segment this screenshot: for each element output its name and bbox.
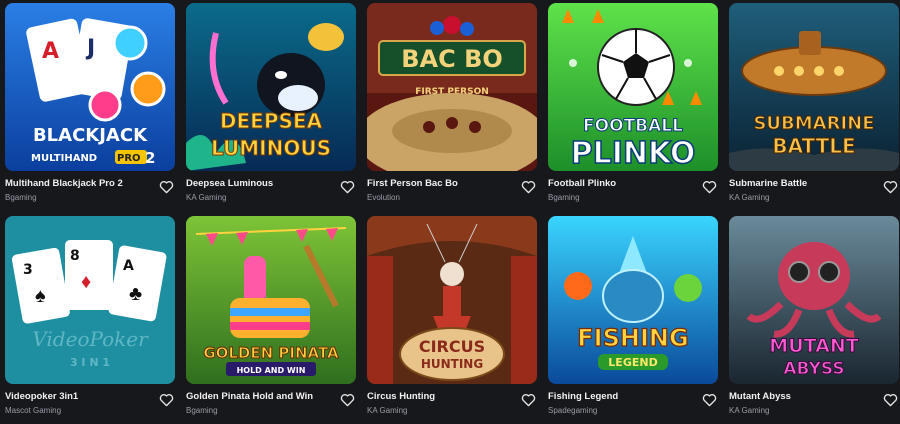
game-card[interactable]: CIRCUS HUNTING Circus Hunting KA Gaming [367, 216, 537, 420]
svg-text:GOLDEN PINATA: GOLDEN PINATA [203, 344, 339, 362]
svg-text:♦: ♦ [81, 271, 91, 293]
game-thumbnail[interactable]: FOOTBALL PLINKO [548, 3, 718, 171]
game-title[interactable]: Submarine Battle [729, 178, 877, 190]
mutant-abyss-artwork: MUTANT ABYSS [729, 216, 899, 384]
game-provider: Spadegaming [548, 406, 598, 415]
game-title[interactable]: First Person Bac Bo [367, 178, 515, 190]
svg-text:3 I N 1: 3 I N 1 [70, 356, 110, 369]
game-title[interactable]: Golden Pinata Hold and Win [186, 391, 334, 403]
game-thumbnail[interactable]: FISHING LEGEND [548, 216, 718, 384]
football-plinko-artwork: FOOTBALL PLINKO [548, 3, 718, 171]
svg-text:BLACKJACK: BLACKJACK [33, 125, 148, 146]
favorite-heart-icon[interactable] [702, 393, 717, 407]
svg-text:ABYSS: ABYSS [783, 359, 844, 379]
game-card[interactable]: A J BLACKJACK MULTIHAND PRO 2 Multihand … [5, 3, 175, 207]
golden-pinata-artwork: GOLDEN PINATA HOLD AND WIN [186, 216, 356, 384]
favorite-heart-icon[interactable] [521, 393, 536, 407]
svg-text:MULTIHAND: MULTIHAND [31, 153, 97, 164]
game-provider: Mascot Gaming [5, 406, 62, 415]
favorite-heart-icon[interactable] [340, 393, 355, 407]
favorite-heart-icon[interactable] [159, 393, 174, 407]
svg-text:LUMINOUS: LUMINOUS [211, 136, 331, 160]
game-title[interactable]: Mutant Abyss [729, 391, 877, 403]
svg-text:PRO: PRO [117, 153, 141, 164]
svg-text:PLINKO: PLINKO [571, 136, 696, 171]
favorite-heart-icon[interactable] [702, 180, 717, 194]
svg-text:FOOTBALL: FOOTBALL [583, 116, 683, 136]
game-title[interactable]: Fishing Legend [548, 391, 696, 403]
game-title[interactable]: Multihand Blackjack Pro 2 [5, 178, 153, 190]
games-grid: A J BLACKJACK MULTIHAND PRO 2 Multihand … [5, 3, 899, 420]
svg-text:A: A [123, 258, 134, 274]
game-card[interactable]: 3 8 A ♠ ♦ ♣ VideoPoker 3 I N 1 Videopoke… [5, 216, 175, 420]
game-card[interactable]: MUTANT ABYSS Mutant Abyss KA Gaming [729, 216, 899, 420]
videopoker-artwork: 3 8 A ♠ ♦ ♣ VideoPoker 3 I N 1 [5, 216, 175, 384]
submarine-artwork: SUBMARINE BATTLE [729, 3, 899, 171]
game-title[interactable]: Football Plinko [548, 178, 696, 190]
svg-text:VideoPoker: VideoPoker [32, 327, 149, 351]
game-thumbnail[interactable]: BAC BO FIRST PERSON [367, 3, 537, 171]
svg-text:HUNTING: HUNTING [421, 357, 483, 371]
game-provider: Evolution [367, 193, 400, 202]
game-thumbnail[interactable]: 3 8 A ♠ ♦ ♣ VideoPoker 3 I N 1 [5, 216, 175, 384]
game-provider: Bgaming [5, 193, 37, 202]
game-provider: KA Gaming [367, 406, 408, 415]
svg-text:LEGEND: LEGEND [608, 356, 657, 369]
game-card[interactable]: FISHING LEGEND Fishing Legend Spadegamin… [548, 216, 718, 420]
svg-text:HOLD AND WIN: HOLD AND WIN [237, 366, 306, 375]
game-card[interactable]: SUBMARINE BATTLE Submarine Battle KA Gam… [729, 3, 899, 207]
circus-hunting-artwork: CIRCUS HUNTING [367, 216, 537, 384]
game-provider: KA Gaming [186, 193, 227, 202]
game-thumbnail[interactable]: A J BLACKJACK MULTIHAND PRO 2 [5, 3, 175, 171]
game-thumbnail[interactable]: SUBMARINE BATTLE [729, 3, 899, 171]
favorite-heart-icon[interactable] [159, 180, 174, 194]
favorite-heart-icon[interactable] [883, 180, 898, 194]
svg-text:J: J [85, 36, 95, 61]
game-thumbnail[interactable]: DEEPSEA LUMINOUS [186, 3, 356, 171]
svg-text:2: 2 [145, 149, 155, 167]
game-card[interactable]: FOOTBALL PLINKO Football Plinko Bgaming [548, 3, 718, 207]
svg-text:8: 8 [70, 248, 80, 264]
svg-text:CIRCUS: CIRCUS [419, 337, 485, 356]
game-thumbnail[interactable]: CIRCUS HUNTING [367, 216, 537, 384]
svg-text:BATTLE: BATTLE [772, 134, 855, 158]
game-provider: Bgaming [548, 193, 580, 202]
game-card[interactable]: DEEPSEA LUMINOUS Deepsea Luminous KA Gam… [186, 3, 356, 207]
favorite-heart-icon[interactable] [883, 393, 898, 407]
game-card[interactable]: BAC BO FIRST PERSON First Person Bac Bo … [367, 3, 537, 207]
game-thumbnail[interactable]: GOLDEN PINATA HOLD AND WIN [186, 216, 356, 384]
game-thumbnail[interactable]: MUTANT ABYSS [729, 216, 899, 384]
game-card[interactable]: GOLDEN PINATA HOLD AND WIN Golden Pinata… [186, 216, 356, 420]
blackjack-artwork: A J BLACKJACK MULTIHAND PRO 2 [5, 3, 175, 171]
game-title[interactable]: Deepsea Luminous [186, 178, 334, 190]
svg-text:SUBMARINE: SUBMARINE [753, 113, 874, 134]
svg-text:BAC BO: BAC BO [401, 45, 503, 73]
svg-text:A: A [42, 39, 59, 64]
deepsea-artwork: DEEPSEA LUMINOUS [186, 3, 356, 171]
svg-text:DEEPSEA: DEEPSEA [220, 109, 323, 133]
favorite-heart-icon[interactable] [521, 180, 536, 194]
svg-text:FISHING: FISHING [577, 324, 688, 352]
favorite-heart-icon[interactable] [340, 180, 355, 194]
svg-text:♣: ♣ [129, 283, 142, 305]
game-provider: Bgaming [186, 406, 218, 415]
bac-bo-artwork: BAC BO FIRST PERSON [367, 3, 537, 171]
game-provider: KA Gaming [729, 193, 770, 202]
svg-text:MUTANT: MUTANT [769, 335, 858, 357]
svg-text:♠: ♠ [35, 285, 46, 307]
svg-text:3: 3 [23, 262, 33, 278]
game-title[interactable]: Circus Hunting [367, 391, 515, 403]
game-title[interactable]: Videopoker 3in1 [5, 391, 153, 403]
game-provider: KA Gaming [729, 406, 770, 415]
fishing-legend-artwork: FISHING LEGEND [548, 216, 718, 384]
